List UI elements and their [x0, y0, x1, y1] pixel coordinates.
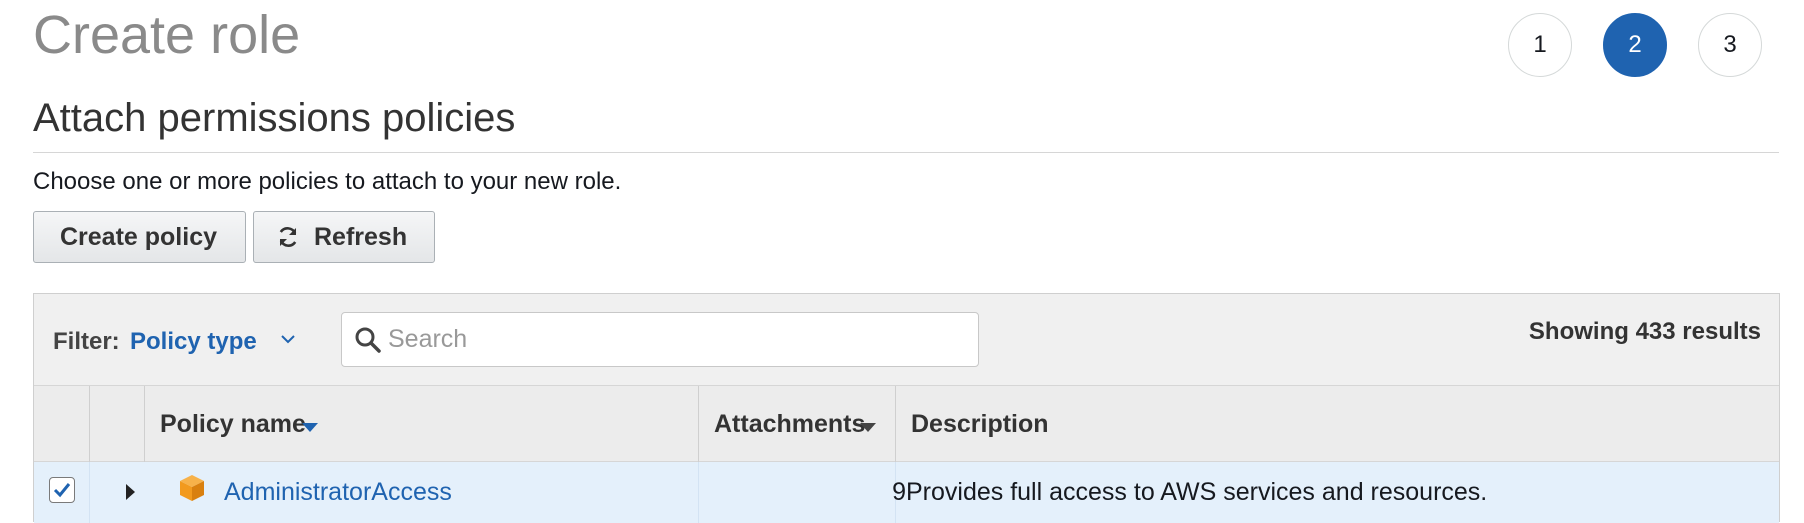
- search-input[interactable]: [388, 313, 968, 366]
- page-title: Create role: [33, 5, 301, 65]
- refresh-icon: [276, 225, 300, 249]
- filter-bar: Filter: Policy type Showing 433 results: [34, 294, 1779, 386]
- attachments-count: 9: [892, 478, 906, 506]
- step-2-active[interactable]: 2: [1603, 13, 1667, 77]
- column-divider: [698, 386, 699, 462]
- wizard-steps: 1 2 3: [1508, 13, 1764, 77]
- create-policy-label: Create policy: [60, 222, 218, 251]
- column-divider: [895, 386, 896, 462]
- filter-label: Filter:: [53, 328, 120, 355]
- column-divider: [89, 386, 90, 462]
- policies-table: Filter: Policy type Showing 433 results …: [33, 293, 1780, 523]
- step-3[interactable]: 3: [1698, 13, 1762, 77]
- table-row[interactable]: AdministratorAccess 9 Provides full acce…: [34, 462, 1779, 523]
- search-icon: [354, 326, 382, 359]
- expand-row-icon[interactable]: [126, 484, 135, 500]
- create-policy-button[interactable]: Create policy: [33, 211, 246, 263]
- policy-description: Provides full access to AWS services and…: [906, 478, 1488, 506]
- search-box[interactable]: [341, 312, 979, 367]
- section-title: Attach permissions policies: [33, 96, 516, 140]
- policy-name-link[interactable]: AdministratorAccess: [224, 478, 452, 507]
- filter-policy-type-dropdown[interactable]: Policy type: [130, 328, 257, 356]
- step-1[interactable]: 1: [1508, 13, 1572, 77]
- table-header-row: Policy name Attachments Description: [34, 386, 1779, 462]
- section-description: Choose one or more policies to attach to…: [33, 168, 622, 195]
- sort-icon[interactable]: [860, 423, 876, 432]
- column-divider: [89, 462, 90, 523]
- column-divider: [698, 462, 699, 523]
- results-count: Showing 433 results: [1528, 318, 1761, 345]
- refresh-label: Refresh: [314, 222, 408, 251]
- chevron-down-icon[interactable]: [280, 332, 296, 350]
- sort-descending-icon[interactable]: [302, 423, 318, 432]
- column-header-attachments[interactable]: Attachments: [714, 410, 865, 439]
- checkmark-icon: [53, 483, 71, 498]
- row-checkbox[interactable]: [49, 477, 75, 503]
- column-header-policy-name[interactable]: Policy name: [160, 410, 306, 439]
- aws-managed-policy-icon: [178, 473, 206, 508]
- column-header-description: Description: [911, 410, 1049, 438]
- divider: [33, 152, 1779, 153]
- refresh-button[interactable]: Refresh: [253, 211, 435, 263]
- column-divider: [144, 386, 145, 462]
